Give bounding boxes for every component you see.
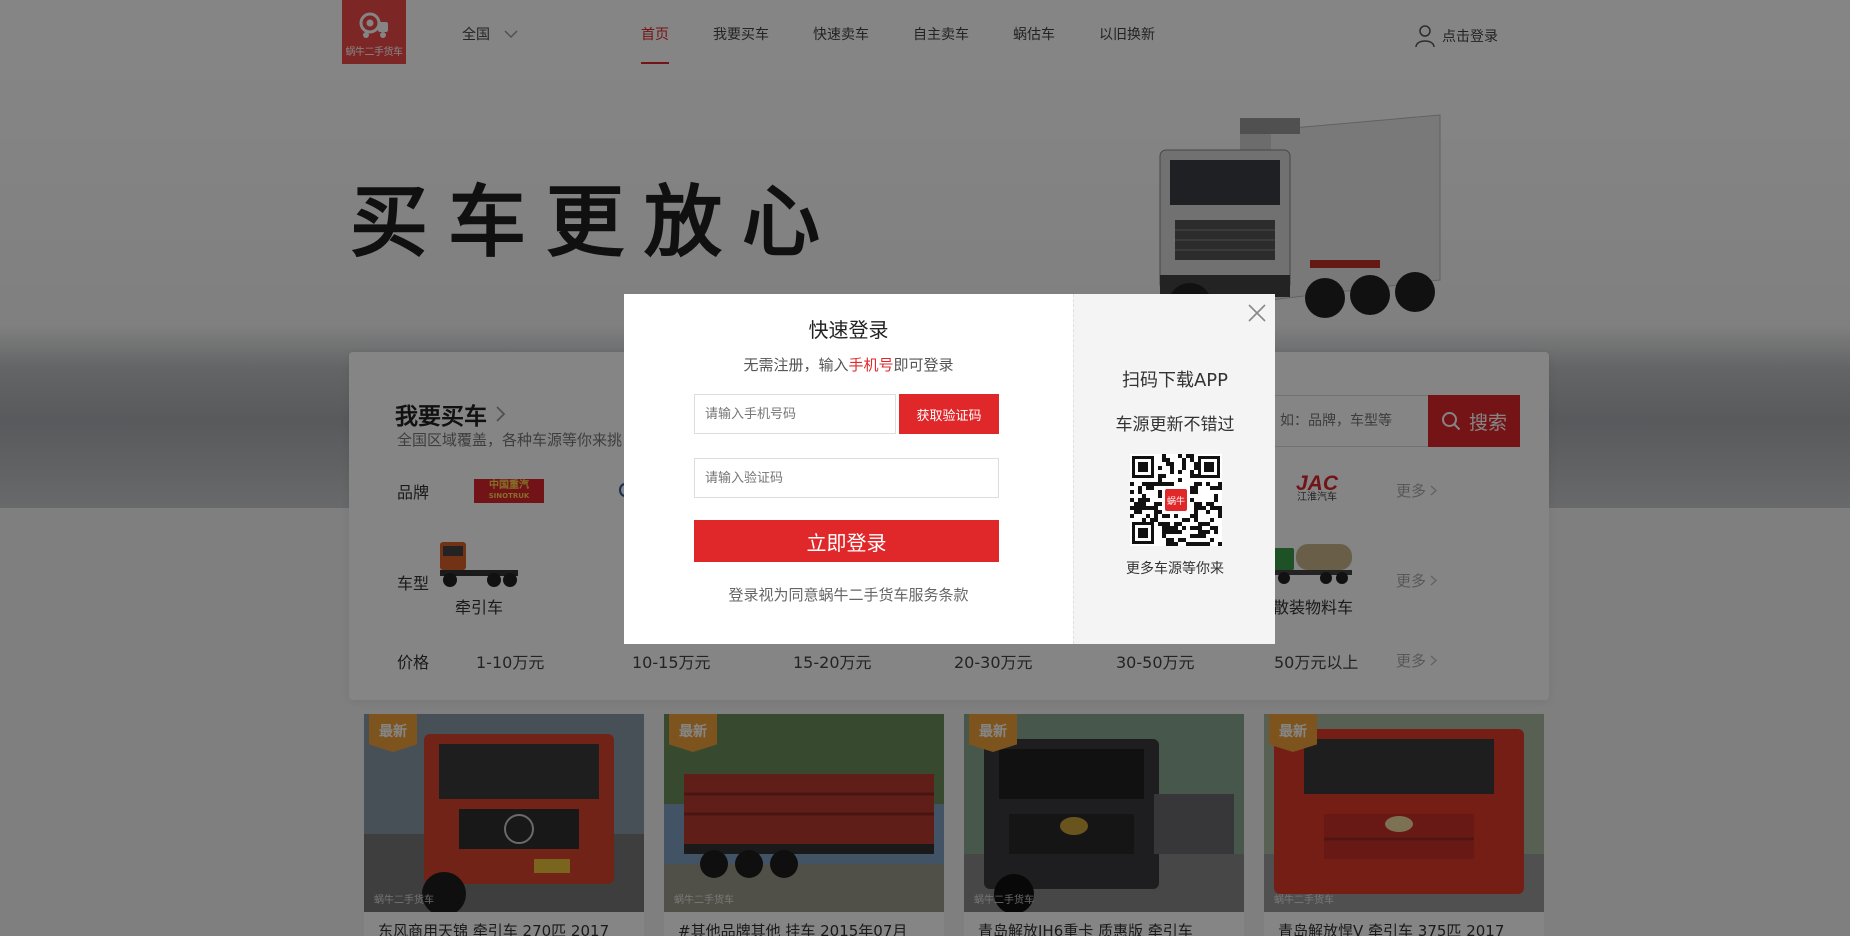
- modal-subtitle-prefix: 无需注册，输入: [743, 356, 849, 374]
- modal-subtitle: 无需注册，输入手机号即可登录: [624, 354, 1073, 375]
- app-download-panel: 扫码下载APP 车源更新不错过 蜗牛 更多车源等你来: [1073, 294, 1275, 644]
- login-form: 快速登录 无需注册，输入手机号即可登录 获取验证码 立即登录 登录视为同意蜗牛二…: [624, 294, 1073, 644]
- phone-input[interactable]: [694, 394, 896, 434]
- login-button[interactable]: 立即登录: [694, 520, 999, 562]
- close-icon: [1248, 304, 1266, 322]
- terms-link[interactable]: 登录视为同意蜗牛二手货车服务条款: [624, 584, 1073, 605]
- modal-subtitle-suffix: 即可登录: [893, 356, 954, 374]
- modal-title: 快速登录: [808, 318, 889, 342]
- qr-code-image: 蜗牛: [1130, 454, 1222, 546]
- qr-caption: 更多车源等你来: [1126, 561, 1224, 577]
- qr-code: 蜗牛: [1130, 454, 1222, 546]
- get-code-button[interactable]: 获取验证码: [899, 394, 999, 434]
- qr-center-label: 蜗牛: [1167, 495, 1185, 507]
- close-button[interactable]: [1246, 302, 1268, 324]
- app-download-subtitle: 车源更新不错过: [1115, 415, 1235, 435]
- modal-subtitle-highlight: 手机号: [848, 356, 894, 374]
- verification-code-input[interactable]: [694, 458, 999, 498]
- quick-login-modal: 快速登录 无需注册，输入手机号即可登录 获取验证码 立即登录 登录视为同意蜗牛二…: [624, 294, 1275, 644]
- app-download-title: 扫码下载APP: [1121, 370, 1229, 391]
